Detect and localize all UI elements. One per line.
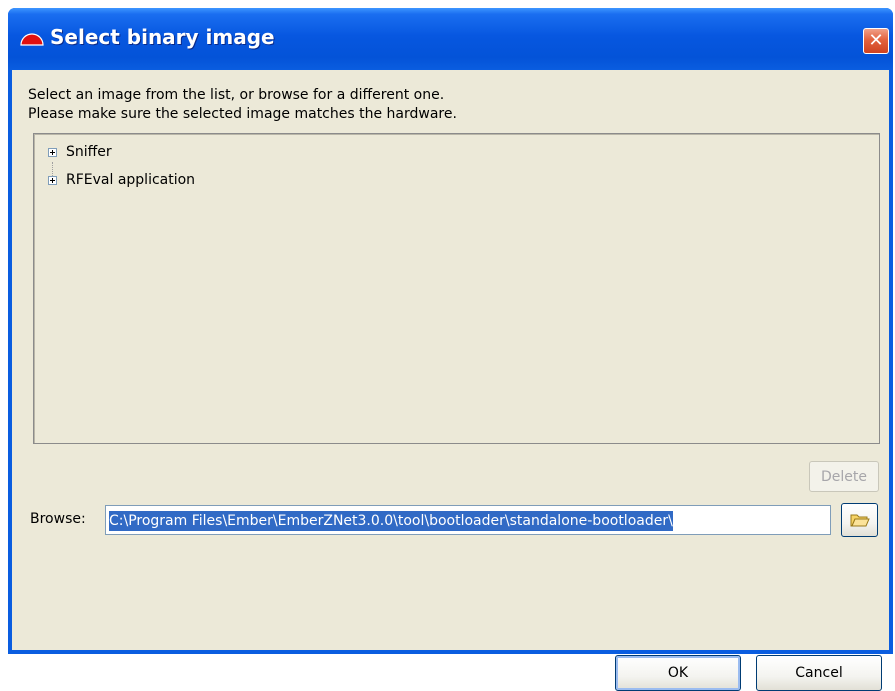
browse-path-field[interactable]: C:\Program Files\Ember\EmberZNet3.0.0\to… (105, 505, 831, 535)
title-bar[interactable]: Select binary image ✕ (8, 8, 893, 70)
instructions: Select an image from the list, or browse… (28, 86, 457, 124)
tree-item-sniffer[interactable]: Sniffer (48, 142, 112, 162)
browse-label: Browse: (30, 511, 86, 527)
browse-path-value: C:\Program Files\Ember\EmberZNet3.0.0\to… (109, 511, 673, 531)
close-button[interactable]: ✕ (863, 28, 889, 54)
dialog-window: Select binary image ✕ Select an image fr… (8, 8, 893, 691)
instruction-line-2: Please make sure the selected image matc… (28, 106, 457, 122)
image-tree[interactable]: Sniffer RFEval application (33, 133, 880, 444)
half-circle-app-icon (20, 33, 44, 46)
instruction-line-1: Select an image from the list, or browse… (28, 87, 445, 103)
browse-folder-button[interactable] (841, 503, 878, 537)
expand-plus-icon[interactable] (48, 147, 57, 157)
tree-item-label: Sniffer (66, 144, 112, 160)
window-title: Select binary image (50, 25, 275, 49)
dialog-body: Select an image from the list, or browse… (12, 70, 889, 691)
delete-button[interactable]: Delete (809, 461, 879, 492)
folder-open-icon (850, 514, 870, 527)
ok-button[interactable]: OK (615, 655, 741, 691)
close-icon: ✕ (868, 30, 884, 51)
tree-item-rfeval[interactable]: RFEval application (48, 170, 195, 190)
tree-item-label: RFEval application (66, 172, 196, 188)
cancel-button[interactable]: Cancel (756, 655, 882, 691)
expand-plus-icon[interactable] (48, 175, 57, 185)
